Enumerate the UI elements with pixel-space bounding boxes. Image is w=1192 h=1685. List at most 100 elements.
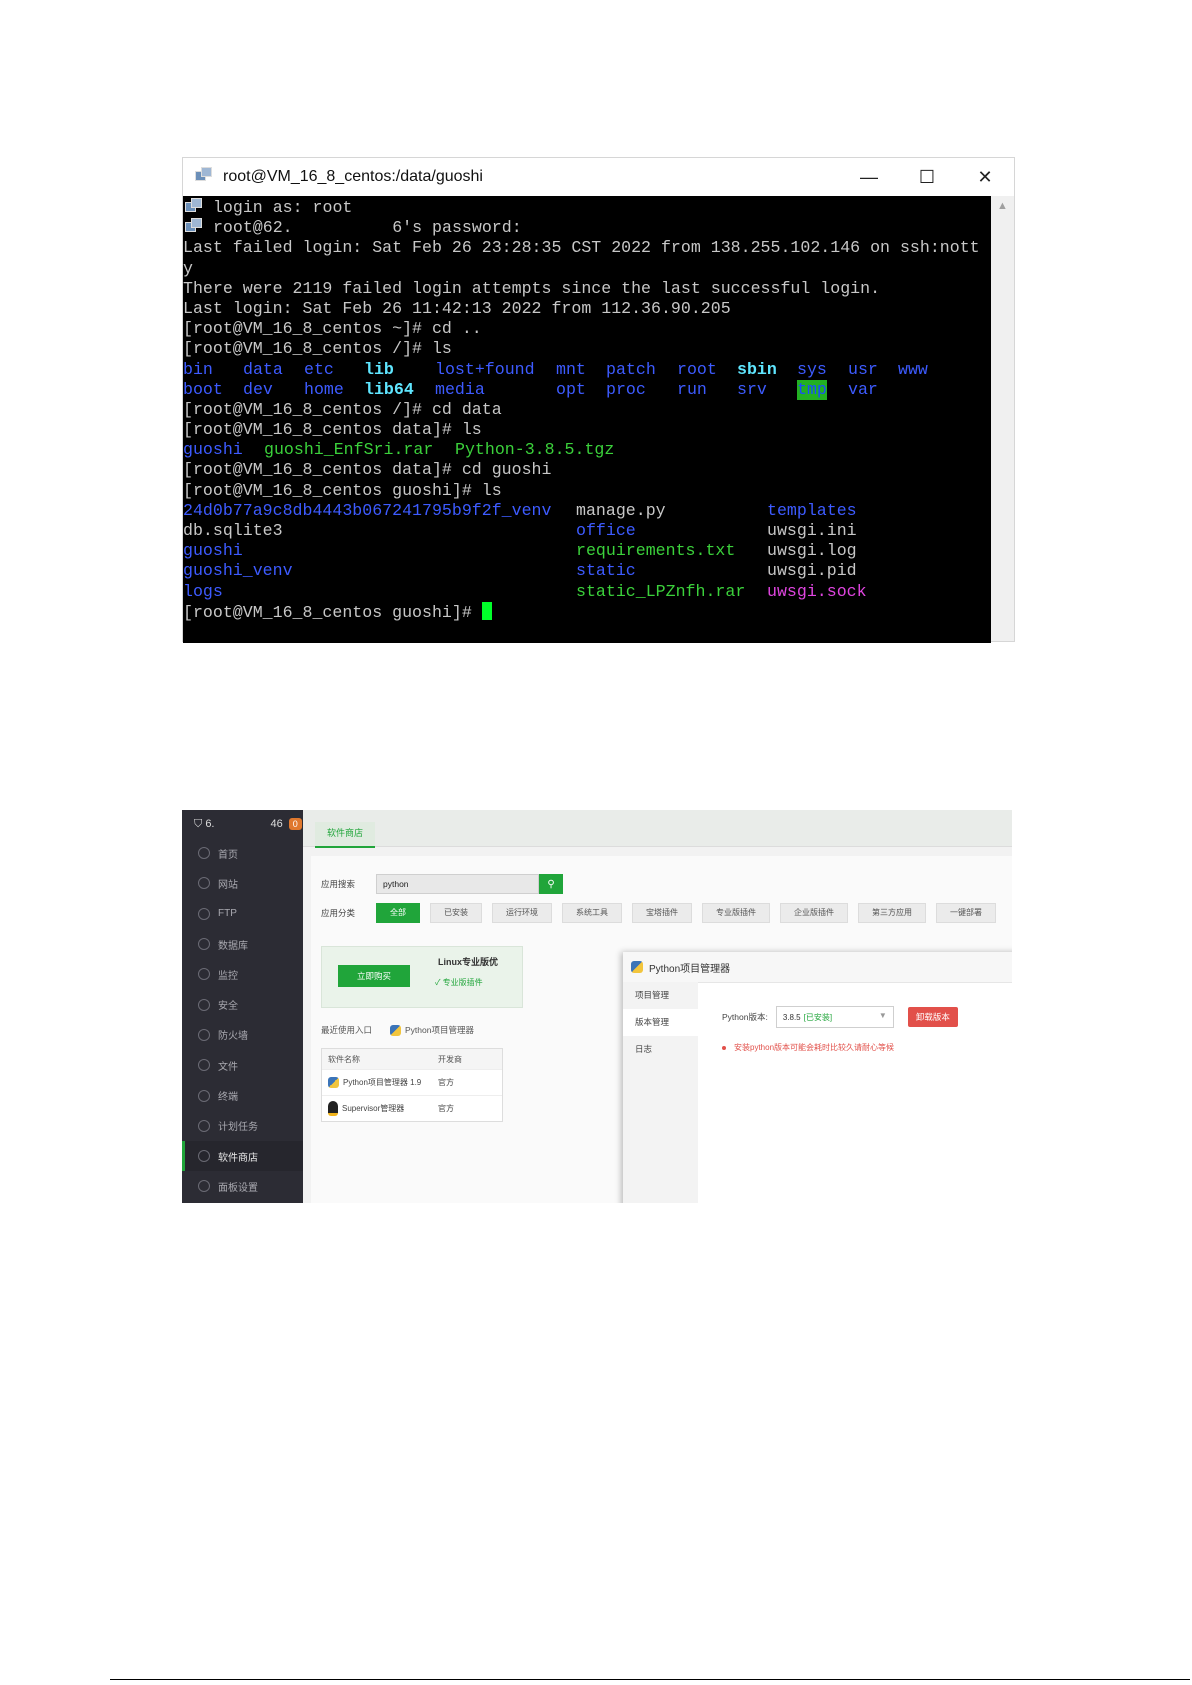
- dir-entry: var: [848, 379, 878, 399]
- sidebar-item-app-store[interactable]: 软件商店: [182, 1140, 303, 1172]
- category-system-tools[interactable]: 系统工具: [562, 903, 622, 923]
- version-value: 3.8.5: [782, 1012, 801, 1022]
- tab-bar: 软件商店: [303, 810, 1012, 848]
- nav-project-management[interactable]: 项目管理: [623, 982, 698, 1009]
- home-icon: [198, 847, 210, 860]
- sidebar-item-terminal[interactable]: 终端: [182, 1080, 303, 1110]
- python-icon: [631, 961, 643, 973]
- search-icon[interactable]: ⚲: [539, 874, 563, 894]
- sidebar: ⛉ 6. 46 0 首页 网站 FTP 数据库 监控 安全 防火墙 文件 终端 …: [182, 810, 303, 1203]
- sidebar-item-cron[interactable]: 计划任务: [182, 1111, 303, 1141]
- sidebar-item-files[interactable]: 文件: [182, 1050, 303, 1080]
- category-enterprise-plugins[interactable]: 企业版插件: [780, 903, 848, 923]
- search-input[interactable]: python: [376, 874, 539, 894]
- file-entry: uwsgi.ini: [767, 521, 857, 540]
- symlink-entry: lib64: [364, 379, 414, 399]
- installed-status: [已安装]: [803, 1012, 833, 1022]
- dir-entry: data: [243, 359, 283, 379]
- dir-entry: etc: [304, 359, 334, 379]
- version-row: Python版本: 3.8.5 [已安装] ▼ 卸载版本: [722, 1006, 958, 1028]
- file-entry: db.sqlite3: [183, 521, 283, 540]
- developer: 官方: [438, 1104, 454, 1113]
- warning-text: 安装python版本可能会耗时比较久请耐心等候: [734, 1043, 895, 1052]
- category-all[interactable]: 全部: [376, 903, 420, 923]
- dir-entry: static: [576, 561, 636, 581]
- terminal-line: There were 2119 failed login attempts si…: [183, 278, 881, 298]
- category-bt-plugins[interactable]: 宝塔插件: [632, 903, 692, 923]
- dir-entry: usr: [848, 359, 878, 379]
- category-pro-plugins[interactable]: 专业版插件: [702, 903, 770, 923]
- putty-titlebar[interactable]: root@VM_16_8_centos:/data/guoshi — ☐ ✕: [183, 158, 1014, 196]
- prompt-line[interactable]: [root@VM_16_8_centos guoshi]#: [183, 601, 991, 622]
- uninstall-version-button[interactable]: 卸载版本: [907, 1007, 958, 1027]
- software-name: Supervisor管理器: [342, 1104, 405, 1113]
- dialog-nav: 项目管理 版本管理 日志: [623, 982, 698, 1203]
- category-installed[interactable]: 已安装: [430, 903, 482, 923]
- server-ip: 6.: [205, 818, 215, 830]
- ls-root-row-1: bin data etc lib lost+found mnt patch ro…: [183, 360, 991, 380]
- terminal-icon: [198, 1089, 210, 1102]
- nav-logs[interactable]: 日志: [623, 1036, 698, 1063]
- category-label: 应用分类: [321, 908, 356, 918]
- dir-entry: office: [576, 521, 636, 540]
- table-row[interactable]: Supervisor管理器 官方: [322, 1095, 502, 1121]
- vertical-scrollbar[interactable]: ▲: [991, 196, 1014, 641]
- dir-entry: bin: [183, 359, 213, 379]
- text-cursor: [481, 601, 492, 620]
- dir-entry: www: [898, 359, 928, 379]
- dialog-titlebar[interactable]: Python项目管理器: [623, 952, 1012, 983]
- file-entry: uwsgi.pid: [767, 561, 857, 581]
- dir-entry: guoshi: [183, 440, 243, 460]
- python-version-select[interactable]: 3.8.5 [已安装] ▼: [775, 1006, 894, 1028]
- close-button[interactable]: ✕: [956, 158, 1014, 196]
- category-third-party[interactable]: 第三方应用: [858, 903, 926, 923]
- gear-icon: [198, 1180, 210, 1193]
- terminal-line: [root@VM_16_8_centos /]# cd data: [183, 399, 502, 419]
- table-row[interactable]: Python项目管理器 1.9 官方: [322, 1069, 502, 1095]
- dir-entry: root: [677, 359, 717, 379]
- developer: 官方: [438, 1078, 454, 1087]
- sidebar-item-firewall[interactable]: 防火墙: [182, 1020, 303, 1050]
- terminal-line: [root@VM_16_8_centos /]# ls: [183, 339, 452, 359]
- tab-app-store[interactable]: 软件商店: [315, 822, 376, 848]
- terminal-line: [root@VM_16_8_centos guoshi]# ls: [183, 480, 502, 500]
- putty-icon: [183, 198, 203, 214]
- notification-badge[interactable]: 0: [288, 818, 302, 830]
- putty-window: root@VM_16_8_centos:/data/guoshi — ☐ ✕ l…: [182, 157, 1015, 643]
- sidebar-item-website[interactable]: 网站: [182, 868, 303, 898]
- shield-icon: [198, 998, 210, 1011]
- terminal-screen[interactable]: login as: root root@62. 6's password: La…: [183, 196, 991, 643]
- ls-guoshi-row: 24d0b77a9c8db4443b067241795b9f2f_venv ma…: [183, 501, 991, 521]
- dir-entry: logs: [183, 581, 223, 601]
- folder-icon: [198, 1059, 210, 1072]
- sidebar-item-monitor[interactable]: 监控: [182, 959, 303, 989]
- recent-item-link[interactable]: Python项目管理器: [405, 1024, 474, 1036]
- sidebar-item-home[interactable]: 首页: [182, 838, 303, 868]
- dir-entry: run: [677, 379, 707, 399]
- sidebar-item-ftp[interactable]: FTP: [182, 899, 303, 929]
- minimize-button[interactable]: —: [840, 158, 898, 196]
- dir-entry: patch: [606, 359, 656, 379]
- file-entry: manage.py: [576, 500, 666, 520]
- symlink-entry: lib: [364, 359, 394, 379]
- dir-entry: srv: [737, 379, 767, 399]
- nav-version-management[interactable]: 版本管理: [623, 1009, 698, 1036]
- install-warning: 安装python版本可能会耗时比较久请耐心等候: [722, 1042, 894, 1053]
- terminal-line: [root@VM_16_8_centos ~]# cd ..: [183, 319, 482, 339]
- archive-entry: static_LPZnfh.rar: [576, 581, 746, 601]
- dir-entry: media: [435, 379, 485, 399]
- category-one-click-deploy[interactable]: 一键部署: [936, 903, 996, 923]
- putty-icon: [183, 218, 203, 234]
- category-row: 应用分类 全部 已安装 运行环境 系统工具 宝塔插件 专业版插件 企业版插件 第…: [321, 903, 1006, 923]
- maximize-button[interactable]: ☐: [898, 158, 956, 196]
- category-runtime[interactable]: 运行环境: [492, 903, 552, 923]
- firewall-icon: [198, 1028, 210, 1041]
- sidebar-item-settings[interactable]: 面板设置: [182, 1171, 303, 1201]
- ls-guoshi-row: logs static_LPZnfh.rar uwsgi.sock: [183, 582, 991, 602]
- sidebar-item-security[interactable]: 安全: [182, 989, 303, 1019]
- buy-now-button[interactable]: 立即购买: [338, 965, 410, 987]
- scroll-up-arrow-icon[interactable]: ▲: [991, 196, 1014, 216]
- socket-entry: uwsgi.sock: [767, 581, 867, 601]
- sidebar-item-database[interactable]: 数据库: [182, 929, 303, 959]
- recent-label: 最近使用入口: [321, 1025, 373, 1035]
